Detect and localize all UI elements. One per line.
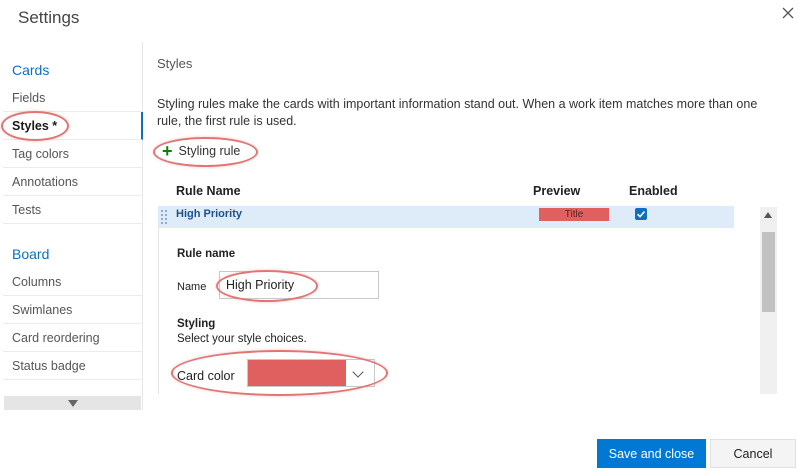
sidebar-item-annotations[interactable]: Annotations	[3, 168, 143, 196]
sidebar-item-card-reordering[interactable]: Card reordering	[3, 324, 143, 352]
styles-description: Styling rules make the cards with import…	[157, 97, 758, 128]
rule-preview-card: Title	[539, 208, 609, 221]
column-header-preview: Preview	[533, 184, 581, 198]
drag-handle-icon[interactable]	[160, 209, 168, 225]
card-color-picker[interactable]	[247, 359, 375, 387]
settings-sidebar: Cards Fields Styles * Tag colors Annotat…	[3, 42, 143, 410]
checkmark-icon	[636, 210, 646, 218]
styling-heading: Styling	[177, 318, 216, 330]
close-icon	[782, 7, 794, 19]
sidebar-item-styles[interactable]: Styles *	[3, 112, 143, 140]
chevron-up-icon[interactable]	[764, 212, 772, 218]
rule-name-heading: Rule name	[177, 248, 236, 260]
scrollbar-thumb[interactable]	[762, 232, 775, 312]
plus-icon: +	[162, 141, 173, 161]
sidebar-item-swimlanes[interactable]: Swimlanes	[3, 296, 143, 324]
sidebar-scroll-down[interactable]	[4, 396, 141, 410]
chevron-down-icon	[352, 366, 364, 378]
sidebar-item-columns[interactable]: Columns	[3, 268, 143, 296]
card-color-label: Card color	[177, 369, 235, 383]
rule-editor-panel: Rule name Name Styling Select your style…	[158, 228, 734, 394]
sidebar-section-board: Board	[12, 246, 50, 262]
column-header-enabled: Enabled	[629, 184, 678, 198]
save-and-close-button[interactable]: Save and close	[597, 439, 706, 468]
editor-scrollbar[interactable]	[760, 207, 777, 394]
sidebar-item-status-badge[interactable]: Status badge	[3, 352, 143, 380]
name-field-label: Name	[177, 281, 207, 293]
table-row[interactable]: High Priority Title	[158, 206, 734, 228]
sidebar-item-tag-colors[interactable]: Tag colors	[3, 140, 143, 168]
add-styling-rule-label: Styling rule	[178, 144, 241, 158]
cancel-button[interactable]: Cancel	[710, 439, 796, 468]
close-button[interactable]	[782, 6, 796, 20]
page-title: Styles	[157, 56, 193, 71]
sidebar-item-tests[interactable]: Tests	[3, 196, 143, 224]
card-color-swatch	[248, 360, 346, 386]
sidebar-item-fields[interactable]: Fields	[3, 84, 143, 112]
rule-name-cell: High Priority	[176, 208, 243, 220]
dialog-title: Settings	[18, 8, 80, 27]
add-styling-rule-button[interactable]: + Styling rule	[162, 141, 240, 161]
chevron-down-icon	[68, 400, 78, 407]
sidebar-section-cards: Cards	[12, 62, 50, 78]
styling-hint: Select your style choices.	[177, 333, 307, 345]
rule-enabled-checkbox[interactable]	[635, 208, 647, 220]
rule-name-input[interactable]	[219, 271, 379, 299]
column-header-rule-name: Rule Name	[176, 184, 241, 198]
